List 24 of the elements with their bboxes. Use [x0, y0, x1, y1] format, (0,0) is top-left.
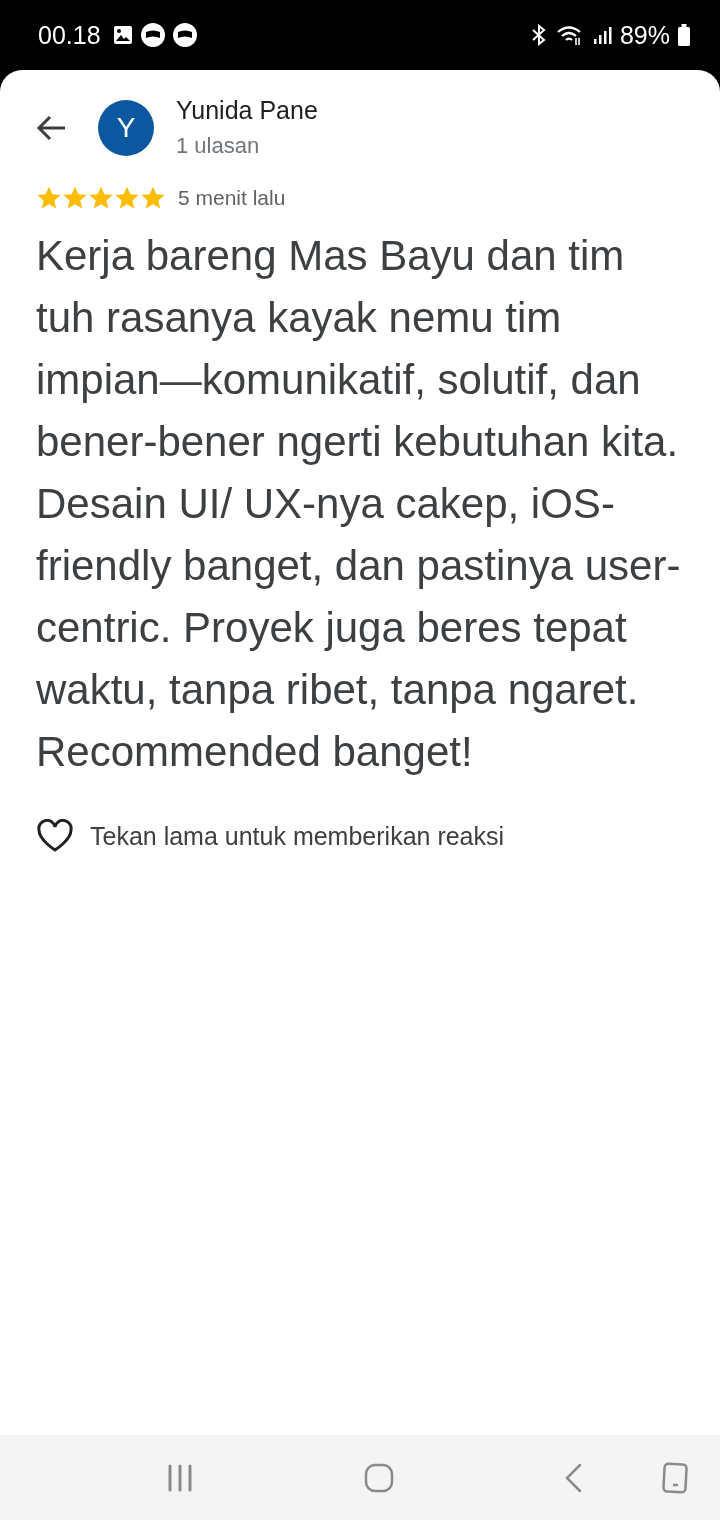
notification-icon	[140, 23, 165, 47]
status-time: 00.18	[38, 20, 101, 50]
reaction-button[interactable]: Tekan lama untuk memberikan reaksi	[36, 819, 505, 853]
star-icon	[62, 185, 88, 211]
review-count: 1 ulasan	[176, 133, 261, 159]
recent-apps-icon[interactable]	[166, 1463, 194, 1492]
reviewer-name: Yunida Pane	[176, 96, 318, 125]
star-icon	[88, 185, 114, 211]
star-icon	[36, 185, 62, 211]
star-icon	[114, 185, 140, 211]
battery-icon	[678, 24, 690, 46]
signal-icon	[591, 25, 612, 45]
star-icon	[140, 185, 166, 211]
back-icon[interactable]	[564, 1462, 584, 1493]
review-time: 5 menit lalu	[178, 186, 286, 210]
image-icon	[112, 25, 133, 45]
notification-icon	[172, 23, 197, 47]
heart-icon	[36, 819, 74, 853]
review-text: Kerja bareng Mas Bayu dan tim tuh rasanya kayak nemu tim impian—komunikatif, solutif, dan bener-bener ngerti kebutuhan kita. Desain UI/ UX-nya cakep, iOS-friendly banget, dan pastinya user-centric. Proyek juga beres tepat waktu, tanpa ribet, tanpa ngaret. Recommended banget!	[36, 231, 682, 777]
avatar: Y	[98, 99, 154, 156]
battery-percent: 89%	[619, 20, 670, 50]
home-icon[interactable]	[364, 1462, 394, 1493]
back-button[interactable]	[36, 113, 68, 142]
rotate-screen-icon[interactable]	[662, 1462, 688, 1494]
